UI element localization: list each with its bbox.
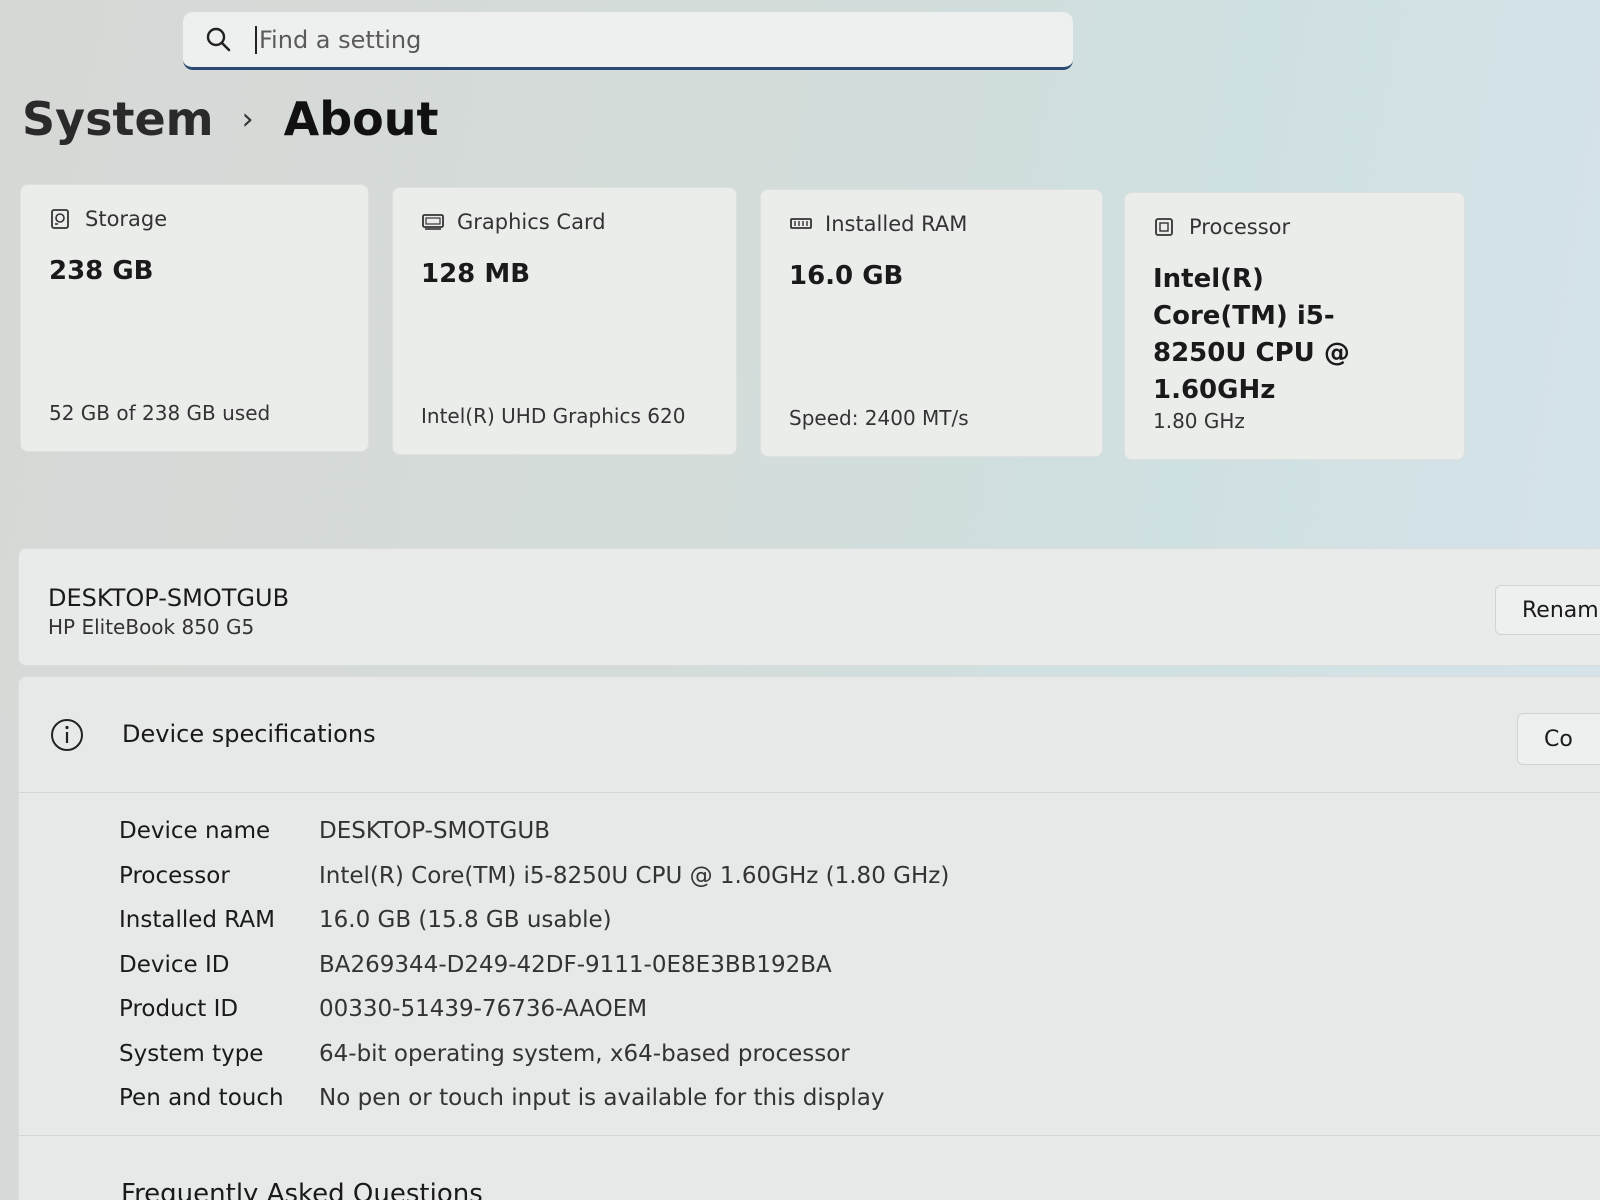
card-title: Processor: [1189, 215, 1291, 239]
search-box[interactable]: [183, 12, 1073, 70]
spec-value: DESKTOP-SMOTGUB: [319, 818, 550, 845]
page-title: About: [283, 92, 439, 146]
spec-row-processor: Processor Intel(R) Core(TM) i5-8250U CPU…: [119, 854, 949, 899]
storage-card: Storage 238 GB 52 GB of 238 GB used: [20, 184, 369, 452]
rename-button[interactable]: Renam: [1495, 585, 1600, 635]
spec-label: Product ID: [119, 996, 239, 1023]
section-title: Device specifications: [122, 720, 376, 748]
info-icon: [49, 717, 85, 753]
device-name-panel: DESKTOP-SMOTGUB HP EliteBook 850 G5 Rena…: [18, 548, 1600, 666]
spec-value: 00330-51439-76736-AAOEM: [319, 996, 648, 1023]
spec-row-device-name: Device name DESKTOP-SMOTGUB: [119, 809, 949, 854]
spec-label: Device ID: [119, 951, 230, 978]
spec-list: Device name DESKTOP-SMOTGUB Processor In…: [119, 809, 949, 1121]
card-subtext: 52 GB of 238 GB used: [49, 401, 271, 425]
card-value: 238 GB: [49, 256, 154, 286]
spec-value: BA269344-D249-42DF-9111-0E8E3BB192BA: [319, 951, 832, 978]
chevron-right-icon: ›: [241, 101, 254, 137]
processor-card: Processor Intel(R) Core(TM) i5-8250U CPU…: [1124, 192, 1465, 460]
spec-label: System type: [119, 1040, 264, 1067]
card-value: Intel(R) Core(TM) i5-8250U CPU @ 1.60GHz: [1153, 264, 1350, 405]
graphics-card-icon: [421, 211, 444, 233]
card-title: Installed RAM: [825, 212, 968, 236]
card-subtext: 1.80 GHz: [1153, 409, 1245, 433]
spec-row-device-id: Device ID BA269344-D249-42DF-9111-0E8E3B…: [119, 943, 949, 988]
device-model: HP EliteBook 850 G5: [48, 615, 255, 639]
spec-label: Pen and touch: [119, 1085, 284, 1112]
device-specifications-panel: Device specifications Co Device name DES…: [18, 676, 1600, 1200]
spec-row-pen-and-touch: Pen and touch No pen or touch input is a…: [119, 1076, 949, 1121]
search-icon: [203, 24, 235, 56]
card-title: Storage: [85, 207, 168, 231]
spec-label: Processor: [119, 862, 230, 889]
spec-value: No pen or touch input is available for t…: [319, 1085, 885, 1112]
card-subtext: Intel(R) UHD Graphics 620: [421, 404, 686, 428]
spec-row-system-type: System type 64-bit operating system, x64…: [119, 1032, 949, 1077]
breadcrumb-system[interactable]: System: [22, 92, 214, 146]
ram-icon: [789, 213, 812, 235]
copy-button[interactable]: Co: [1517, 713, 1600, 765]
card-value: 16.0 GB: [789, 261, 904, 291]
spec-value: 16.0 GB (15.8 GB usable): [319, 907, 612, 934]
spec-value: 64-bit operating system, x64-based proce…: [319, 1040, 850, 1067]
card-subtext: Speed: 2400 MT/s: [789, 406, 969, 430]
installed-ram-card: Installed RAM 16.0 GB Speed: 2400 MT/s: [760, 189, 1103, 457]
spec-label: Installed RAM: [119, 907, 275, 934]
graphics-card-card: Graphics Card 128 MB Intel(R) UHD Graphi…: [392, 187, 737, 455]
spec-row-installed-ram: Installed RAM 16.0 GB (15.8 GB usable): [119, 898, 949, 943]
breadcrumb: System › About: [22, 92, 439, 146]
processor-icon: [1153, 216, 1175, 238]
faq-heading[interactable]: Frequently Asked Questions: [121, 1179, 483, 1200]
spec-row-product-id: Product ID 00330-51439-76736-AAOEM: [119, 987, 949, 1032]
spec-value: Intel(R) Core(TM) i5-8250U CPU @ 1.60GHz…: [319, 862, 950, 889]
card-value: 128 MB: [421, 259, 531, 289]
device-name: DESKTOP-SMOTGUB: [48, 584, 290, 612]
divider: [19, 1135, 1600, 1136]
storage-icon: [49, 208, 71, 230]
search-input[interactable]: [255, 25, 1015, 54]
spec-label: Device name: [119, 818, 271, 845]
device-specifications-header[interactable]: Device specifications Co: [19, 677, 1600, 793]
card-title: Graphics Card: [457, 210, 606, 234]
